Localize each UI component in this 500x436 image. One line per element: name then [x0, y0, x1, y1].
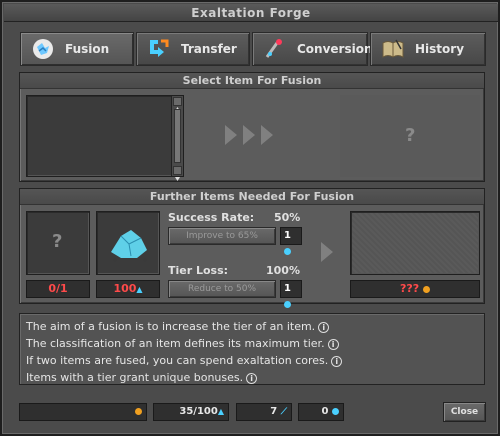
- fusion-cost-counter: ???: [350, 280, 480, 298]
- tier-loss-core-cost: 1: [280, 280, 302, 308]
- result-arrow-icon: [320, 241, 334, 267]
- further-items-panel: Further Items Needed For Fusion ? 0/1 10…: [19, 188, 485, 308]
- scroll-up-button[interactable]: [173, 97, 182, 111]
- info-line: Items with a tier grant unique bonuses. i: [26, 369, 478, 386]
- info-line: The classification of an item defines it…: [26, 335, 478, 352]
- tab-history[interactable]: History: [370, 32, 486, 66]
- success-core-cost: 1: [280, 227, 302, 255]
- core-icon: [332, 407, 339, 415]
- core-balance-value: 0: [321, 406, 329, 417]
- sliver-balance: 7 ⟋: [236, 403, 292, 421]
- tier-loss-value: 100%: [266, 264, 300, 277]
- transfer-icon: [147, 37, 171, 61]
- fusion-arrows-icon: [225, 123, 279, 151]
- fusion-cost-value: ???: [400, 282, 420, 295]
- sliver-icon: ⟋: [280, 407, 287, 417]
- second-item-slot[interactable]: ?: [26, 211, 90, 275]
- tab-bar: Fusion Transfer Conversion History: [20, 32, 486, 66]
- success-rate-value: 50%: [274, 211, 301, 224]
- item-list[interactable]: [26, 95, 184, 181]
- dust-slot: [96, 211, 160, 275]
- info-line: The aim of a fusion is to increase the t…: [26, 318, 478, 335]
- tab-transfer[interactable]: Transfer: [136, 32, 250, 66]
- dust-counter-value: 100: [113, 282, 137, 295]
- info-icon[interactable]: i: [327, 338, 339, 350]
- dust-balance-value: 35/100: [179, 406, 218, 417]
- improve-success-button[interactable]: Improve to 65%: [168, 227, 276, 245]
- scroll-thumb[interactable]: [174, 109, 181, 163]
- core-balance: 0: [298, 403, 344, 421]
- info-box: The aim of a fusion is to increase the t…: [19, 313, 485, 385]
- core-icon: [284, 247, 291, 255]
- info-icon[interactable]: i: [246, 372, 258, 384]
- select-item-header: Select Item For Fusion: [20, 73, 484, 89]
- fusion-icon: [31, 37, 55, 61]
- success-core-count: 1: [284, 230, 291, 241]
- fusion-result-placeholder: ?: [405, 125, 416, 146]
- dust-balance: 35/100▲: [153, 403, 229, 421]
- gold-coin-icon: [135, 407, 142, 415]
- scroll-down-button[interactable]: [173, 166, 182, 181]
- tier-loss-label: Tier Loss:: [168, 264, 229, 277]
- exaltation-forge-window: Exaltation Forge Fusion Transfer Convers…: [0, 0, 500, 436]
- tab-conversion-label: Conversion: [297, 42, 373, 56]
- exaltation-dust-icon: [107, 224, 151, 268]
- second-item-placeholder: ?: [52, 231, 63, 252]
- tab-fusion-label: Fusion: [65, 42, 110, 56]
- info-icon[interactable]: i: [318, 321, 330, 333]
- sliver-balance-value: 7: [270, 406, 278, 417]
- dust-icon: ▲: [217, 407, 224, 416]
- dust-counter: 100▲: [96, 280, 160, 298]
- fusion-result-slot: ?: [340, 95, 480, 177]
- core-icon: [284, 300, 291, 308]
- history-icon: [381, 37, 405, 61]
- tab-conversion[interactable]: Conversion: [252, 32, 373, 66]
- dust-icon: ▲: [136, 285, 143, 294]
- tab-transfer-label: Transfer: [181, 42, 237, 56]
- info-line: If two items are fused, you can spend ex…: [26, 352, 478, 369]
- close-button[interactable]: Close: [443, 402, 486, 422]
- success-rate-label: Success Rate:: [168, 211, 255, 224]
- further-items-header: Further Items Needed For Fusion: [20, 189, 484, 205]
- tier-loss-core-count: 1: [284, 283, 291, 294]
- gold-balance: [19, 403, 147, 421]
- second-item-counter: 0/1: [26, 280, 90, 298]
- tab-fusion[interactable]: Fusion: [20, 32, 134, 66]
- select-item-panel: Select Item For Fusion ?: [19, 72, 485, 182]
- conversion-icon: [263, 37, 287, 61]
- fusion-outcome-slot: [350, 211, 480, 275]
- tab-history-label: History: [415, 42, 465, 56]
- window-title: Exaltation Forge: [4, 4, 498, 22]
- gold-coin-icon: [423, 285, 430, 293]
- item-list-scrollbar[interactable]: [171, 96, 183, 181]
- info-icon[interactable]: i: [331, 355, 343, 367]
- reduce-tier-loss-button[interactable]: Reduce to 50%: [168, 280, 276, 298]
